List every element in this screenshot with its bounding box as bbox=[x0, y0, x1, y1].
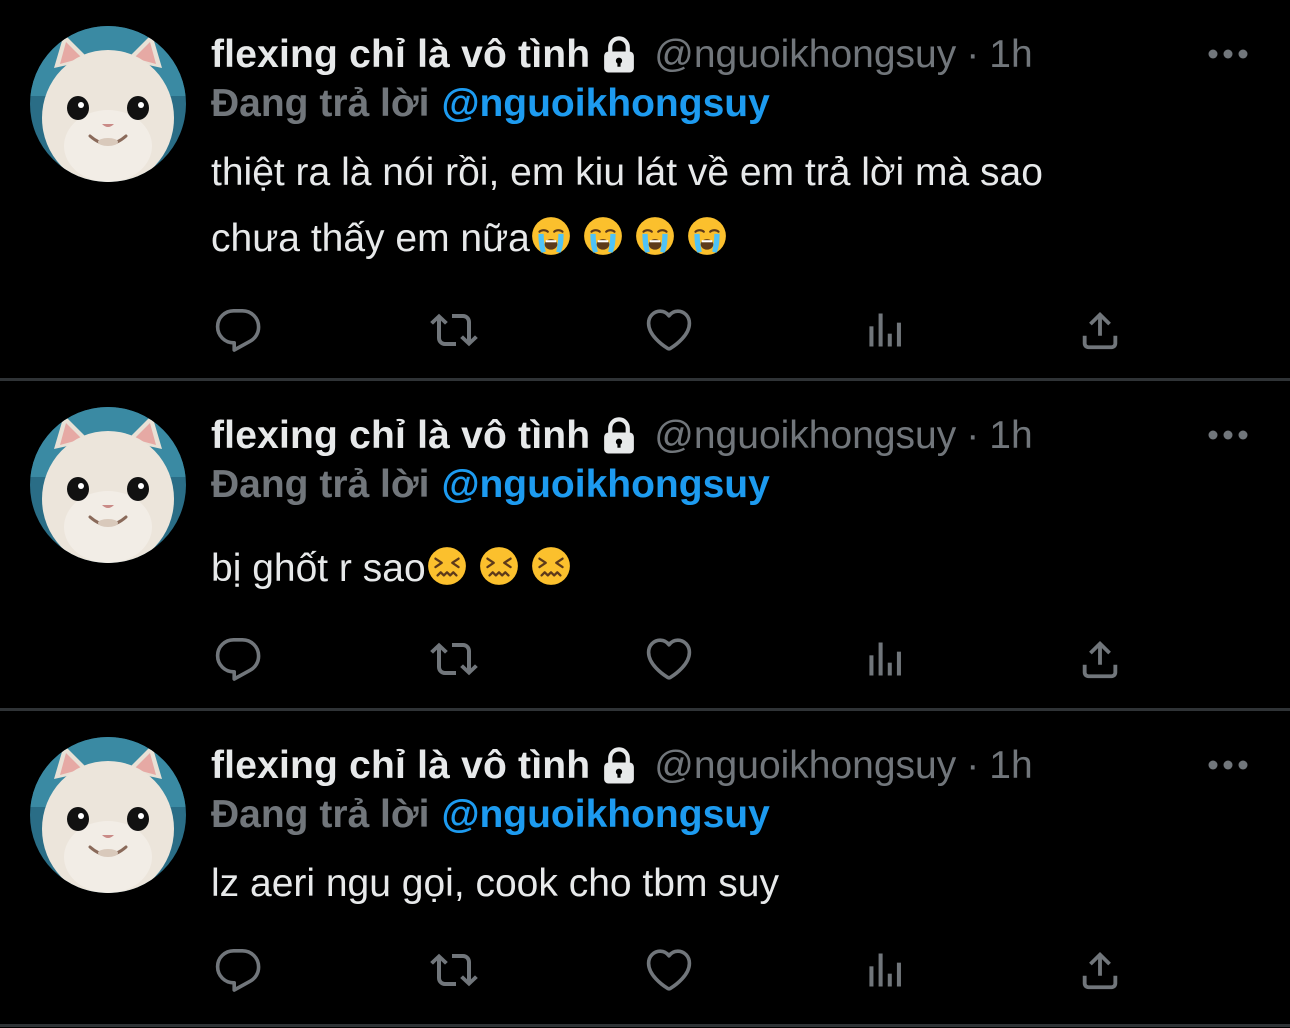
analytics-button[interactable] bbox=[860, 945, 910, 995]
tweet-text-line: lz aeri ngu gọi, cook cho tbm suy bbox=[211, 862, 779, 905]
confounded-face-emoji bbox=[530, 545, 572, 587]
tweet[interactable]: flexing chỉ là vô tình @nguoikhongsuy · … bbox=[0, 0, 1290, 380]
tweet-text-line: bị ghốt r sao bbox=[211, 536, 1251, 602]
reply-prefix: Đang trả lời bbox=[211, 82, 430, 125]
reply-prefix: Đang trả lời bbox=[211, 463, 430, 506]
reply-icon bbox=[214, 306, 262, 354]
separator-dot: · bbox=[966, 744, 980, 787]
tweet-text-line: thiệt ra là nói rồi, em kiu lát về em tr… bbox=[211, 151, 1043, 194]
avatar[interactable] bbox=[30, 407, 186, 563]
avatar[interactable] bbox=[30, 26, 186, 182]
avatar-image bbox=[30, 737, 186, 893]
timestamp[interactable]: 1h bbox=[989, 744, 1032, 788]
confounded-face-emoji bbox=[426, 545, 468, 587]
reply-context: Đang trả lời @nguoikhongsuy bbox=[211, 793, 770, 837]
tweet-text-line-content: bị ghốt r sao bbox=[211, 547, 426, 590]
tweet-header: flexing chỉ là vô tình @nguoikhongsuy · … bbox=[211, 738, 1033, 794]
like-icon bbox=[645, 946, 693, 994]
retweet-button[interactable] bbox=[429, 945, 479, 995]
analytics-button[interactable] bbox=[860, 305, 910, 355]
user-handle[interactable]: @nguoikhongsuy bbox=[654, 744, 956, 788]
tweet-actions bbox=[211, 634, 1131, 684]
reply-icon bbox=[214, 635, 262, 683]
retweet-icon bbox=[430, 635, 478, 683]
crying-face-emoji bbox=[582, 215, 624, 257]
tweet[interactable]: flexing chỉ là vô tình @nguoikhongsuy · … bbox=[0, 711, 1290, 1028]
share-icon bbox=[1077, 636, 1123, 682]
reply-button[interactable] bbox=[213, 634, 263, 684]
tweet-actions bbox=[211, 945, 1131, 995]
reply-target-link[interactable]: @nguoikhongsuy bbox=[441, 82, 769, 125]
like-button[interactable] bbox=[644, 945, 694, 995]
crying-face-emoji bbox=[530, 215, 572, 257]
tweet-text-line: chưa thấy em nữa bbox=[211, 206, 1251, 272]
user-handle[interactable]: @nguoikhongsuy bbox=[654, 414, 956, 458]
analytics-icon bbox=[863, 637, 907, 681]
separator-dot: · bbox=[966, 414, 980, 457]
tweet-actions bbox=[211, 305, 1131, 355]
reply-target-link[interactable]: @nguoikhongsuy bbox=[441, 463, 769, 506]
tweet-header: flexing chỉ là vô tình @nguoikhongsuy · … bbox=[211, 408, 1033, 464]
tweet-text: thiệt ra là nói rồi, em kiu lát về em tr… bbox=[211, 140, 1251, 272]
reply-button[interactable] bbox=[213, 945, 263, 995]
retweet-button[interactable] bbox=[429, 634, 479, 684]
separator-dot: · bbox=[966, 33, 980, 76]
avatar[interactable] bbox=[30, 737, 186, 893]
display-name[interactable]: flexing chỉ là vô tình bbox=[211, 744, 590, 788]
tweet-text: bị ghốt r sao bbox=[211, 536, 1251, 602]
divider bbox=[0, 1024, 1290, 1027]
like-icon bbox=[645, 635, 693, 683]
share-icon bbox=[1077, 947, 1123, 993]
tweet-header: flexing chỉ là vô tình @nguoikhongsuy · … bbox=[211, 27, 1033, 83]
share-button[interactable] bbox=[1075, 305, 1125, 355]
analytics-button[interactable] bbox=[860, 634, 910, 684]
reply-icon bbox=[214, 946, 262, 994]
crying-face-emoji bbox=[634, 215, 676, 257]
retweet-icon bbox=[430, 306, 478, 354]
more-icon[interactable] bbox=[1206, 46, 1250, 62]
share-button[interactable] bbox=[1075, 634, 1125, 684]
analytics-icon bbox=[863, 308, 907, 352]
reply-button[interactable] bbox=[213, 305, 263, 355]
lock-icon bbox=[598, 34, 640, 76]
reply-target-link[interactable]: @nguoikhongsuy bbox=[441, 793, 769, 836]
share-icon bbox=[1077, 307, 1123, 353]
analytics-icon bbox=[863, 948, 907, 992]
reply-prefix: Đang trả lời bbox=[211, 793, 430, 836]
timestamp[interactable]: 1h bbox=[989, 33, 1032, 77]
tweet-text-line-content: chưa thấy em nữa bbox=[211, 217, 530, 260]
tweet-feed: flexing chỉ là vô tình @nguoikhongsuy · … bbox=[0, 0, 1290, 1028]
crying-face-emoji bbox=[686, 215, 728, 257]
avatar-image bbox=[30, 407, 186, 563]
display-name[interactable]: flexing chỉ là vô tình bbox=[211, 33, 590, 77]
tweet[interactable]: flexing chỉ là vô tình @nguoikhongsuy · … bbox=[0, 381, 1290, 710]
reply-context: Đang trả lời @nguoikhongsuy bbox=[211, 463, 770, 507]
display-name[interactable]: flexing chỉ là vô tình bbox=[211, 414, 590, 458]
like-button[interactable] bbox=[644, 305, 694, 355]
like-button[interactable] bbox=[644, 634, 694, 684]
confounded-face-emoji bbox=[478, 545, 520, 587]
user-handle[interactable]: @nguoikhongsuy bbox=[654, 33, 956, 77]
tweet-text: lz aeri ngu gọi, cook cho tbm suy bbox=[211, 851, 1251, 917]
more-icon[interactable] bbox=[1206, 427, 1250, 443]
lock-icon bbox=[598, 415, 640, 457]
like-icon bbox=[645, 306, 693, 354]
avatar-image bbox=[30, 26, 186, 182]
retweet-button[interactable] bbox=[429, 305, 479, 355]
lock-icon bbox=[598, 745, 640, 787]
timestamp[interactable]: 1h bbox=[989, 414, 1032, 458]
reply-context: Đang trả lời @nguoikhongsuy bbox=[211, 82, 770, 126]
share-button[interactable] bbox=[1075, 945, 1125, 995]
retweet-icon bbox=[430, 946, 478, 994]
more-icon[interactable] bbox=[1206, 757, 1250, 773]
